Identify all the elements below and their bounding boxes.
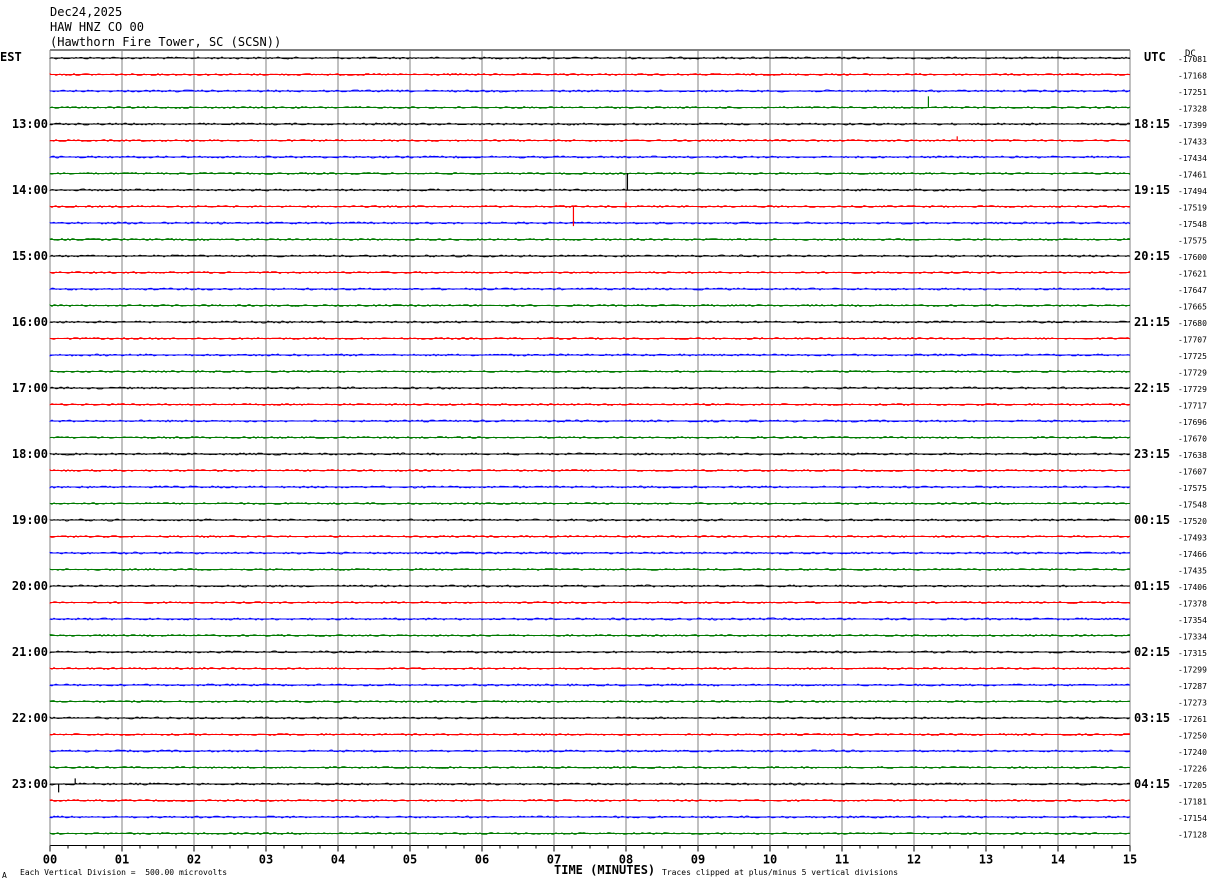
dc-offset-label: -17647 bbox=[1178, 286, 1207, 295]
right-hour-label: 22:15 bbox=[1134, 381, 1170, 395]
dc-offset-label: -17250 bbox=[1178, 732, 1207, 741]
corner-mark: A bbox=[2, 871, 7, 880]
dc-offset-label: -17638 bbox=[1178, 451, 1207, 460]
dc-offset-label: -17273 bbox=[1178, 699, 1207, 708]
x-tick-label: 13 bbox=[979, 853, 993, 867]
dc-offset-label: -17354 bbox=[1178, 616, 1207, 625]
dc-offset-label: -17519 bbox=[1178, 204, 1207, 213]
dc-offset-label: -17621 bbox=[1178, 270, 1207, 279]
x-tick-label: 11 bbox=[835, 853, 849, 867]
right-hour-label: 19:15 bbox=[1134, 183, 1170, 197]
right-hour-label: 23:15 bbox=[1134, 447, 1170, 461]
dc-offset-label: -17328 bbox=[1178, 105, 1207, 114]
dc-offset-label: -17548 bbox=[1178, 220, 1207, 229]
left-hour-label: 14:00 bbox=[12, 183, 48, 197]
right-hour-label: 01:15 bbox=[1134, 579, 1170, 593]
left-hour-label: 21:00 bbox=[12, 645, 48, 659]
dc-offset-label: -17128 bbox=[1178, 831, 1207, 840]
left-hour-label: 22:00 bbox=[12, 711, 48, 725]
dc-offset-label: -17466 bbox=[1178, 550, 1207, 559]
dc-offset-label: -17240 bbox=[1178, 748, 1207, 757]
x-tick-label: 01 bbox=[115, 853, 129, 867]
dc-offset-label: -17406 bbox=[1178, 583, 1207, 592]
x-tick-label: 12 bbox=[907, 853, 921, 867]
left-hour-label: 18:00 bbox=[12, 447, 48, 461]
dc-offset-label: -17717 bbox=[1178, 402, 1207, 411]
seismic-trace bbox=[49, 72, 1131, 77]
x-tick-label: 10 bbox=[763, 853, 777, 867]
dc-offset-label: -17287 bbox=[1178, 682, 1207, 691]
x-tick-label: 03 bbox=[259, 853, 273, 867]
seismic-trace bbox=[49, 534, 1131, 539]
dc-offset-label: -17729 bbox=[1178, 369, 1207, 378]
x-tick-label: 04 bbox=[331, 853, 345, 867]
right-hour-label: 02:15 bbox=[1134, 645, 1170, 659]
dc-offset-label: -17696 bbox=[1178, 418, 1207, 427]
dc-offset-label: -17670 bbox=[1178, 435, 1207, 444]
left-hour-label: 16:00 bbox=[12, 315, 48, 329]
dc-offset-label: -17461 bbox=[1178, 171, 1207, 180]
x-tick-label: 00 bbox=[43, 853, 57, 867]
right-hour-label: 00:15 bbox=[1134, 513, 1170, 527]
dc-offset-label: -17575 bbox=[1178, 484, 1207, 493]
dc-offset-label: -17154 bbox=[1178, 814, 1207, 823]
right-hour-label: 20:15 bbox=[1134, 249, 1170, 263]
dc-offset-label: -17081 bbox=[1178, 55, 1207, 64]
dc-offset-label: -17168 bbox=[1178, 72, 1207, 81]
dc-offset-label: -17434 bbox=[1178, 154, 1207, 163]
x-tick-label: 14 bbox=[1051, 853, 1065, 867]
left-hour-label: 15:00 bbox=[12, 249, 48, 263]
dc-offset-label: -17520 bbox=[1178, 517, 1207, 526]
dc-offset-label: -17181 bbox=[1178, 798, 1207, 807]
dc-offset-label: -17205 bbox=[1178, 781, 1207, 790]
x-tick-label: 09 bbox=[691, 853, 705, 867]
dc-offset-label: -17548 bbox=[1178, 501, 1207, 510]
dc-offset-label: -17378 bbox=[1178, 600, 1207, 609]
dc-offset-label: -17665 bbox=[1178, 303, 1207, 312]
dc-offset-label: -17299 bbox=[1178, 666, 1207, 675]
dc-offset-label: -17607 bbox=[1178, 468, 1207, 477]
dc-offset-label: -17435 bbox=[1178, 567, 1207, 576]
left-hour-label: 17:00 bbox=[12, 381, 48, 395]
division-note: Each Vertical Division = 500.00 microvol… bbox=[20, 868, 228, 877]
dc-offset-label: -17399 bbox=[1178, 121, 1207, 130]
right-hour-label: 03:15 bbox=[1134, 711, 1170, 725]
dc-offset-label: -17493 bbox=[1178, 534, 1207, 543]
x-tick-label: 06 bbox=[475, 853, 489, 867]
dc-offset-label: -17494 bbox=[1178, 187, 1207, 196]
dc-offset-label: -17707 bbox=[1178, 336, 1207, 345]
x-tick-label: 05 bbox=[403, 853, 417, 867]
dc-offset-label: -17261 bbox=[1178, 715, 1207, 724]
right-hour-label: 21:15 bbox=[1134, 315, 1170, 329]
dc-offset-label: -17433 bbox=[1178, 138, 1207, 147]
dc-offset-label: -17334 bbox=[1178, 633, 1207, 642]
dc-offset-label: -17226 bbox=[1178, 765, 1207, 774]
dc-offset-label: -17729 bbox=[1178, 385, 1207, 394]
dc-offset-label: -17315 bbox=[1178, 649, 1207, 658]
seismic-trace bbox=[49, 551, 1131, 555]
right-hour-label: 18:15 bbox=[1134, 117, 1170, 131]
dc-offset-label: -17251 bbox=[1178, 88, 1207, 97]
x-tick-label: 15 bbox=[1123, 853, 1137, 867]
dc-offset-label: -17680 bbox=[1178, 319, 1207, 328]
dc-offset-label: -17600 bbox=[1178, 253, 1207, 262]
clip-note: Traces clipped at plus/minus 5 vertical … bbox=[662, 868, 899, 877]
seismogram-chart: 00 01 02 03 04 05 06 07 08 09 10 11 12 13 14 15-17081-1… bbox=[12, 49, 1207, 867]
x-tick-label: 02 bbox=[187, 853, 201, 867]
dc-offset-label: -17575 bbox=[1178, 237, 1207, 246]
left-hour-label: 19:00 bbox=[12, 513, 48, 527]
x-axis-title: TIME (MINUTES) bbox=[554, 863, 656, 877]
left-hour-label: 23:00 bbox=[12, 777, 48, 791]
left-hour-label: 20:00 bbox=[12, 579, 48, 593]
seismic-trace bbox=[49, 254, 1131, 258]
right-hour-label: 04:15 bbox=[1134, 777, 1170, 791]
dc-offset-label: -17725 bbox=[1178, 352, 1207, 361]
left-hour-label: 13:00 bbox=[12, 117, 48, 131]
